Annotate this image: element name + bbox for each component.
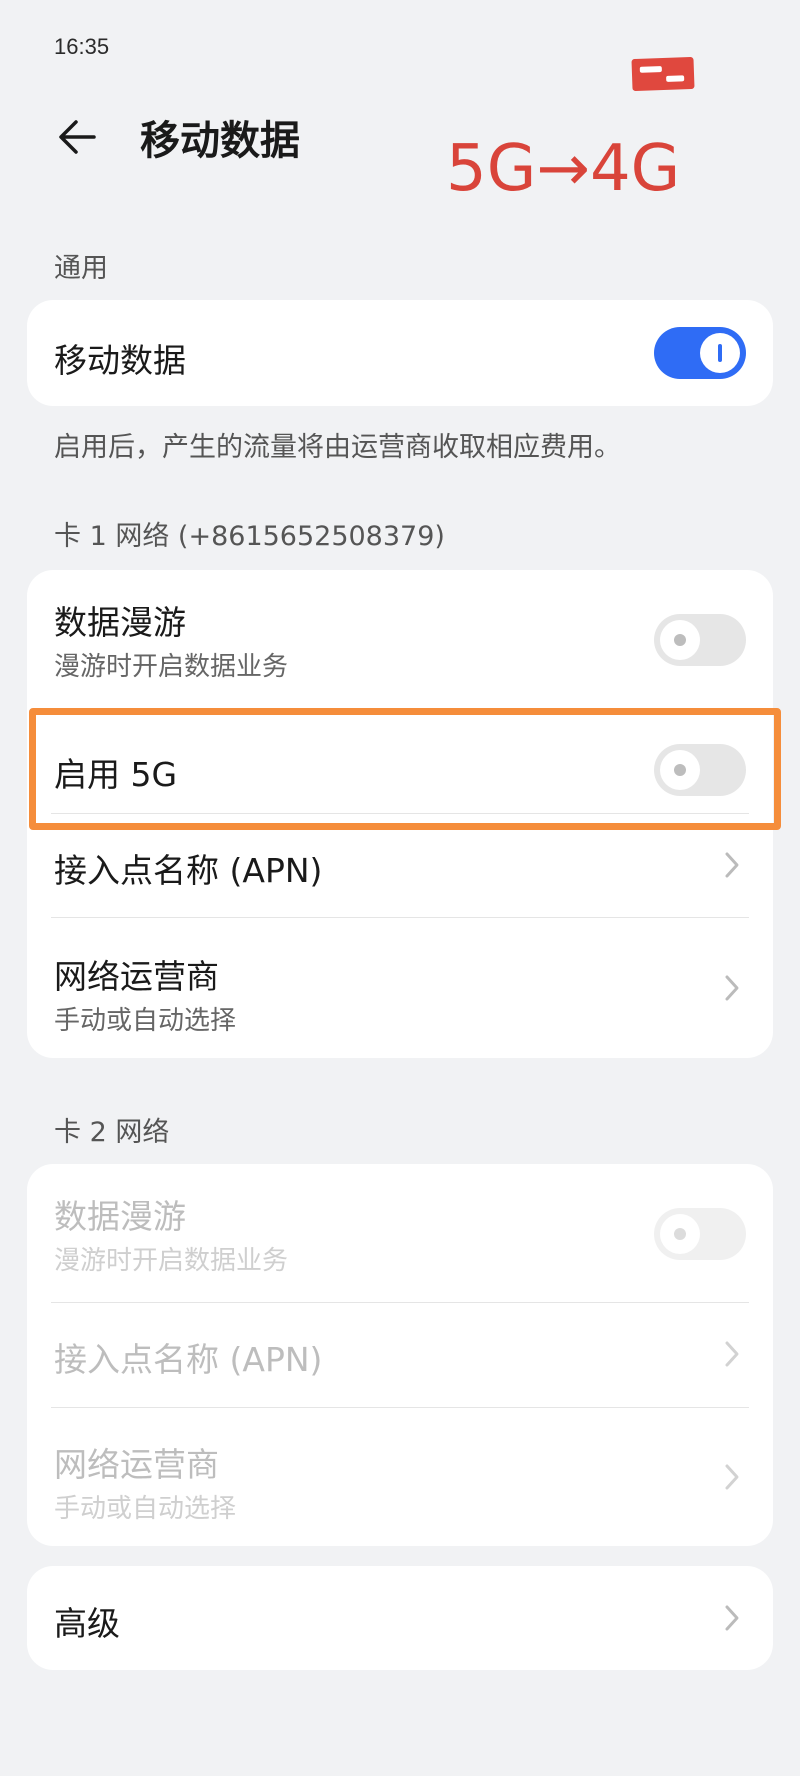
data-roaming-label: 数据漫游 — [54, 603, 186, 642]
row-carrier[interactable]: 网络运营商 手动或自动选择 — [27, 918, 773, 1058]
apn-label: 接入点名称 (APN) — [54, 1340, 323, 1379]
row-data-roaming-2[interactable]: 数据漫游 漫游时开启数据业务 — [27, 1164, 773, 1302]
carrier-label: 网络运营商 — [54, 957, 219, 996]
chevron-right-icon — [723, 1603, 741, 1633]
data-roaming-sub: 漫游时开启数据业务 — [54, 652, 289, 682]
sticker-logo — [631, 56, 695, 92]
advanced-label: 高级 — [54, 1604, 120, 1643]
data-roaming-sub: 漫游时开启数据业务 — [54, 1246, 289, 1276]
section-label-general: 通用 — [54, 253, 108, 284]
section-label-card2: 卡 2 网络 — [54, 1117, 170, 1148]
data-roaming-label: 数据漫游 — [54, 1197, 186, 1236]
apn-label: 接入点名称 (APN) — [54, 851, 323, 890]
status-time: 16:35 — [54, 34, 110, 59]
mobile-data-toggle[interactable] — [654, 327, 746, 379]
highlight-box — [29, 708, 781, 830]
chevron-right-icon — [723, 1339, 741, 1369]
page-title: 移动数据 — [140, 118, 300, 164]
carrier-sub: 手动或自动选择 — [54, 1494, 237, 1524]
carrier-sub: 手动或自动选择 — [54, 1006, 237, 1036]
mobile-data-note: 启用后，产生的流量将由运营商收取相应费用。 — [54, 432, 621, 463]
chevron-right-icon — [723, 973, 741, 1003]
chevron-right-icon — [723, 850, 741, 880]
back-arrow-icon — [59, 120, 96, 154]
chevron-right-icon — [723, 1462, 741, 1492]
row-carrier-2[interactable]: 网络运营商 手动或自动选择 — [27, 1408, 773, 1546]
toggle-knob — [660, 620, 700, 660]
data-roaming-toggle[interactable] — [654, 614, 746, 666]
row-data-roaming[interactable]: 数据漫游 漫游时开启数据业务 — [27, 570, 773, 695]
annotation-text: 5G→4G — [446, 132, 681, 206]
row-apn-2[interactable]: 接入点名称 (APN) — [27, 1303, 773, 1407]
toggle-knob — [700, 333, 740, 373]
card-advanced[interactable]: 高级 — [27, 1566, 773, 1670]
back-button[interactable] — [52, 112, 102, 162]
section-label-card1: 卡 1 网络 (+8615652508379) — [54, 521, 445, 552]
card-sim2: 数据漫游 漫游时开启数据业务 接入点名称 (APN) 网络运营商 手动或自动选择 — [27, 1164, 773, 1546]
mobile-data-label: 移动数据 — [54, 341, 186, 380]
data-roaming-toggle[interactable] — [654, 1208, 746, 1260]
card-general: 移动数据 — [27, 300, 773, 406]
carrier-label: 网络运营商 — [54, 1445, 219, 1484]
toggle-knob — [660, 1214, 700, 1254]
